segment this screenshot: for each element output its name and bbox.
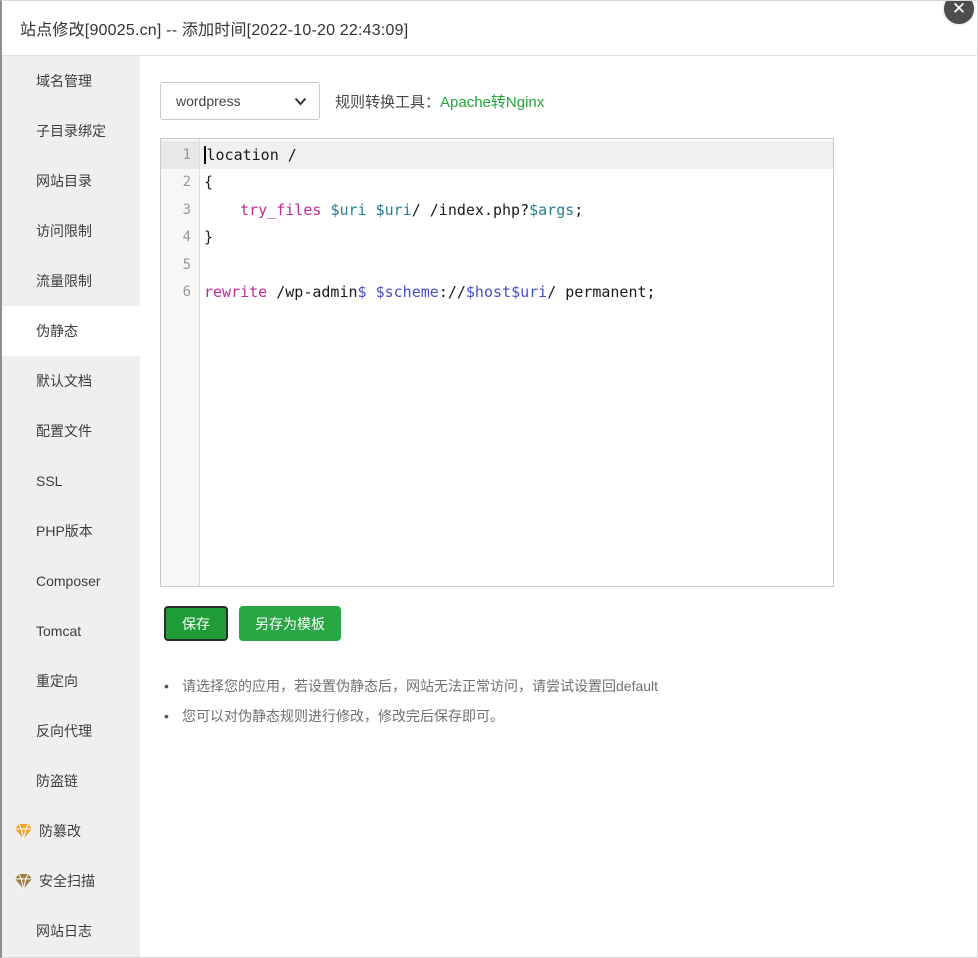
code-line[interactable]: { <box>200 169 833 197</box>
converter-label: 规则转换工具： <box>335 91 440 112</box>
sidebar-item-子目录绑定[interactable]: 子目录绑定 <box>2 106 140 156</box>
save-button[interactable]: 保存 <box>164 606 228 641</box>
editor-line: 5 <box>161 251 833 279</box>
sidebar-item-label: PHP版本 <box>36 521 93 541</box>
sidebar-item-伪静态[interactable]: 伪静态 <box>2 306 140 356</box>
site-modify-dialog: 站点修改[90025.cn] -- 添加时间[2022-10-20 22:43:… <box>0 0 978 958</box>
sidebar-item-label: 防盗链 <box>36 771 78 791</box>
sidebar-item-防盗链[interactable]: 防盗链 <box>2 756 140 806</box>
sidebar: 域名管理子目录绑定网站目录访问限制流量限制伪静态默认文档配置文件 SSL PHP版本… <box>2 56 140 957</box>
code-line[interactable]: location / <box>200 141 833 169</box>
chevron-down-icon <box>294 97 307 106</box>
app-select[interactable]: wordpress <box>160 82 320 120</box>
sidebar-item-网站目录[interactable]: 网站目录 <box>2 156 140 206</box>
sidebar-item-label: 默认文档 <box>36 371 92 391</box>
sidebar-item-访问限制[interactable]: 访问限制 <box>2 206 140 256</box>
sidebar-item-label: 子目录绑定 <box>36 121 106 141</box>
sidebar-item-label: 流量限制 <box>36 271 92 291</box>
sidebar-item-安全扫描[interactable]: 安全扫描 <box>2 856 140 906</box>
sidebar-item-label: 网站日志 <box>36 921 92 941</box>
editor-line: 6rewrite /wp-admin$ $scheme://$host$uri/… <box>161 279 833 307</box>
bullet-icon: • <box>164 676 182 696</box>
line-number: 5 <box>161 251 200 279</box>
sidebar-item-label: Tomcat <box>36 623 81 639</box>
code-line[interactable] <box>200 251 833 279</box>
line-number: 1 <box>161 141 200 169</box>
editor-line: 2{ <box>161 169 833 197</box>
sidebar-item-域名管理[interactable]: 域名管理 <box>2 56 140 106</box>
code-line[interactable]: rewrite /wp-admin$ $scheme://$host$uri/ … <box>200 279 833 307</box>
sidebar-item-label: SSL <box>36 473 62 489</box>
dialog-titlebar: 站点修改[90025.cn] -- 添加时间[2022-10-20 22:43:… <box>2 1 977 56</box>
sidebar-item-流量限制[interactable]: 流量限制 <box>2 256 140 306</box>
action-buttons: 保存 另存为模板 <box>164 606 341 641</box>
sidebar-item-label: 防篡改 <box>39 821 81 841</box>
rule-toolbar: wordpress 规则转换工具： Apache转Nginx <box>160 82 544 120</box>
help-notes: • 请选择您的应用，若设置伪静态后，网站无法正常访问，请尝试设置回default… <box>164 676 658 736</box>
sidebar-item-label: 伪静态 <box>36 321 78 341</box>
apache-to-nginx-link[interactable]: Apache转Nginx <box>440 91 544 112</box>
save-as-template-button[interactable]: 另存为模板 <box>239 606 341 641</box>
bullet-icon: • <box>164 706 182 726</box>
sidebar-item-PHP版本[interactable]: PHP版本 <box>2 506 140 556</box>
sidebar-item-label: 重定向 <box>36 671 78 691</box>
main-content: wordpress 规则转换工具： Apache转Nginx 1location… <box>142 56 977 957</box>
sidebar-item-重定向[interactable]: 重定向 <box>2 656 140 706</box>
dialog-title: 站点修改[90025.cn] -- 添加时间[2022-10-20 22:43:… <box>20 16 408 40</box>
line-number: 6 <box>161 279 200 307</box>
sidebar-item-label: 安全扫描 <box>39 871 95 891</box>
sidebar-item-label: 网站目录 <box>36 171 92 191</box>
editor-line: 3 try_files $uri $uri/ /index.php?$args; <box>161 196 833 224</box>
note-item: • 您可以对伪静态规则进行修改，修改完后保存即可。 <box>164 706 658 736</box>
rewrite-rule-editor[interactable]: 1location /2{3 try_files $uri $uri/ /ind… <box>160 138 834 587</box>
sidebar-item-Composer[interactable]: Composer <box>2 556 140 606</box>
gem-icon <box>14 823 33 840</box>
line-number: 3 <box>161 196 200 224</box>
sidebar-item-label: 域名管理 <box>36 71 92 91</box>
sidebar-item-label: 访问限制 <box>36 221 92 241</box>
gem-icon <box>14 873 33 890</box>
line-number: 4 <box>161 224 200 252</box>
sidebar-item-label: 配置文件 <box>36 421 92 441</box>
sidebar-item-Tomcat[interactable]: Tomcat <box>2 606 140 656</box>
app-select-value: wordpress <box>176 93 294 109</box>
sidebar-item-默认文档[interactable]: 默认文档 <box>2 356 140 406</box>
sidebar-item-label: Composer <box>36 573 101 589</box>
code-line[interactable]: try_files $uri $uri/ /index.php?$args; <box>200 196 833 224</box>
sidebar-item-label: 反向代理 <box>36 721 92 741</box>
note-item: • 请选择您的应用，若设置伪静态后，网站无法正常访问，请尝试设置回default <box>164 676 658 706</box>
code-line[interactable]: } <box>200 224 833 252</box>
editor-line: 4} <box>161 224 833 252</box>
sidebar-item-SSL[interactable]: SSL <box>2 456 140 506</box>
editor-lines: 1location /2{3 try_files $uri $uri/ /ind… <box>161 139 833 306</box>
line-number: 2 <box>161 169 200 197</box>
sidebar-item-防篡改[interactable]: 防篡改 <box>2 806 140 856</box>
sidebar-item-配置文件[interactable]: 配置文件 <box>2 406 140 456</box>
sidebar-item-网站日志[interactable]: 网站日志 <box>2 906 140 956</box>
editor-line: 1location / <box>161 141 833 169</box>
text-cursor <box>204 146 206 164</box>
sidebar-item-反向代理[interactable]: 反向代理 <box>2 706 140 756</box>
